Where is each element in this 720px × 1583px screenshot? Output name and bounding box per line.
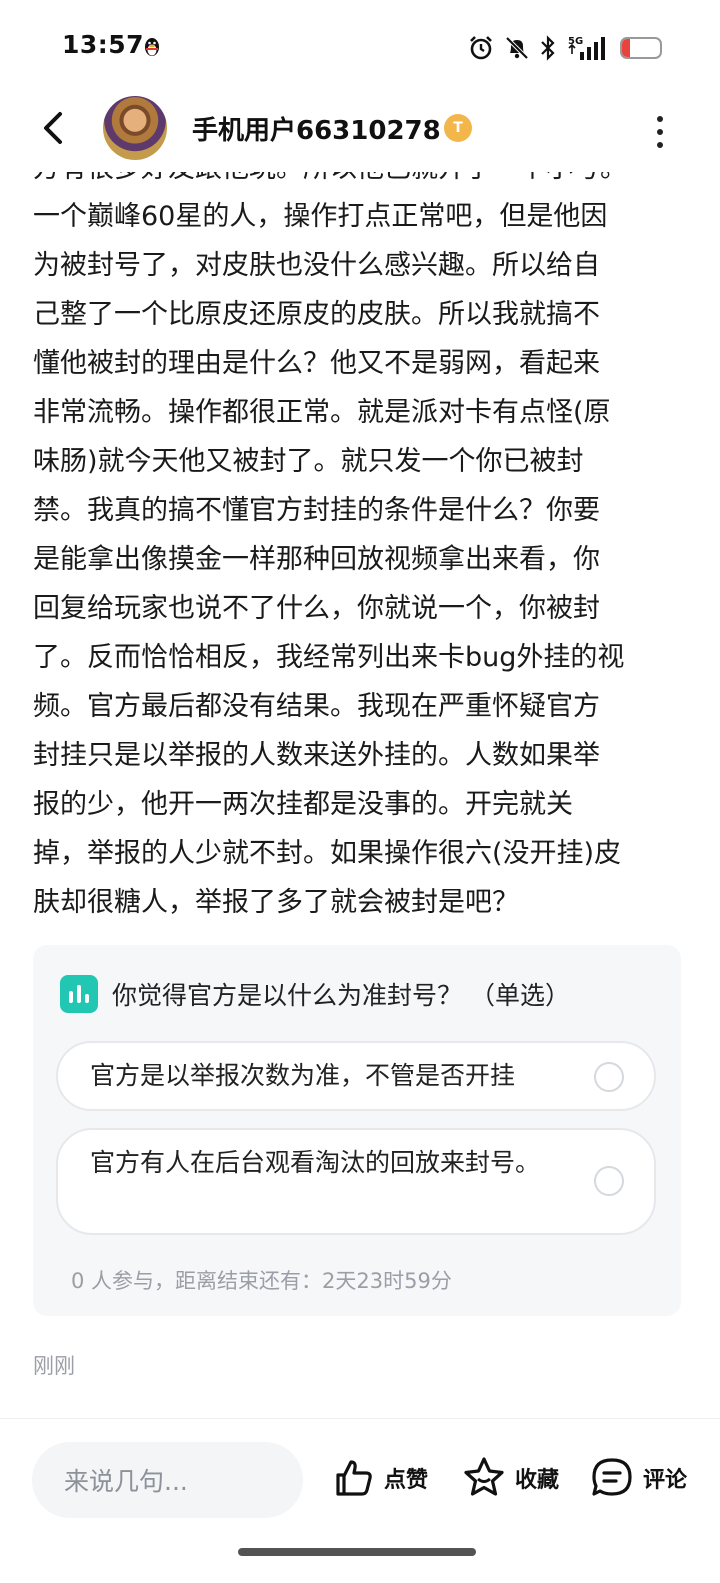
battery-level: 20 [636, 39, 657, 57]
signal-icon: 5G [568, 36, 605, 60]
status-bar: 13:57 5G 20 [0, 0, 720, 92]
comment-input[interactable]: 来说几句... [32, 1442, 303, 1518]
article-line: 懂他被封的理由是什么？他又不是弱网，看起来 [33, 348, 600, 379]
radio-circle-icon[interactable] [594, 1166, 624, 1196]
post-header: 手机用户66310278 T [0, 92, 720, 172]
more-vertical-icon[interactable] [650, 116, 670, 150]
poll-chart-icon [60, 975, 98, 1013]
post-timestamp: 刚刚 [33, 1354, 75, 1378]
article-line: 己整了一个比原皮还原皮的皮肤。所以我就搞不 [33, 299, 600, 330]
article-line: 是能拿出像摸金一样那种回放视频拿出来看，你 [33, 544, 600, 575]
radio-circle-icon[interactable] [594, 1062, 624, 1092]
favorite-label: 收藏 [515, 1468, 560, 1493]
poll-card: 你觉得官方是以什么为准封号？ （单选） 官方是以举报次数为准，不管是否开挂 官方… [33, 945, 681, 1316]
alarm-icon [470, 36, 492, 60]
article-line: 频。官方最后都没有结果。我现在严重怀疑官方 [33, 691, 600, 722]
mute-bell-icon [505, 36, 529, 60]
article-line: 为被封号了，对皮肤也没什么感兴趣。所以给自 [33, 250, 600, 281]
poll-title: 你觉得官方是以什么为准封号？ （单选） [112, 981, 570, 1010]
poll-participation-status: 0 人参与，距离结束还有：2天23时59分 [71, 1269, 452, 1293]
article-line: 味肠)就今天他又被封了。就只发一个你已被封 [33, 446, 584, 477]
comment-label: 评论 [643, 1468, 688, 1493]
favorite-button[interactable]: 收藏 [461, 1453, 559, 1503]
poll-option-2[interactable]: 官方有人在后台观看淘汰的回放来封号。 [56, 1128, 656, 1235]
status-time: 13:57 [62, 30, 145, 59]
article-line: 一个巅峰60星的人，操作打点正常吧，但是他因 [33, 201, 608, 232]
battery-icon: 20 [620, 37, 662, 59]
article-line: 非常流畅。操作都很正常。就是派对卡有点怪(原 [33, 397, 611, 428]
article-body: 一个巅峰60星的人，操作打点正常吧，但是他因 为被封号了，对皮肤也没什么感兴趣。所… [33, 192, 689, 927]
home-indicator[interactable] [238, 1548, 476, 1556]
star-icon [464, 1457, 504, 1496]
article-line: 肤却很糖人，举报了多了就会被封是吧？ [33, 887, 519, 918]
bluetooth-icon [541, 35, 555, 61]
back-arrow-icon[interactable] [36, 108, 72, 148]
like-button[interactable]: 点赞 [332, 1453, 428, 1503]
level-badge-icon: T [444, 114, 472, 142]
bottom-action-bar: 来说几句... 点赞 收藏 评论 [0, 1418, 720, 1583]
comment-placeholder: 来说几句... [64, 1467, 188, 1496]
article-line: 报的少，他开一两次挂都是没事的。开完就关 [33, 789, 573, 820]
author-username[interactable]: 手机用户66310278 [192, 110, 441, 147]
article-line: 回复给玩家也说不了什么，你就说一个，你被封 [33, 593, 600, 624]
qq-penguin-icon [145, 38, 159, 56]
comment-bubble-icon [592, 1458, 632, 1496]
poll-option-label: 官方是以举报次数为准，不管是否开挂 [90, 1061, 516, 1090]
article-line: 了。反而恰恰相反，我经常列出来卡bug外挂的视 [33, 642, 625, 673]
poll-option-label: 官方有人在后台观看淘汰的回放来封号。 [90, 1148, 541, 1177]
avatar[interactable] [103, 96, 167, 160]
network-type-label: 5G [568, 36, 583, 47]
thumbs-up-icon [336, 1460, 372, 1496]
poll-option-1[interactable]: 官方是以举报次数为准，不管是否开挂 [56, 1041, 656, 1111]
comment-button[interactable]: 评论 [589, 1453, 687, 1503]
like-label: 点赞 [384, 1468, 429, 1493]
article-line: 禁。我真的搞不懂官方封挂的条件是什么？你要 [33, 495, 600, 526]
article-line: 掉，举报的人少就不封。如果操作很六(没开挂)皮 [33, 838, 622, 869]
article-line: 封挂只是以举报的人数来送外挂的。人数如果举 [33, 740, 600, 771]
